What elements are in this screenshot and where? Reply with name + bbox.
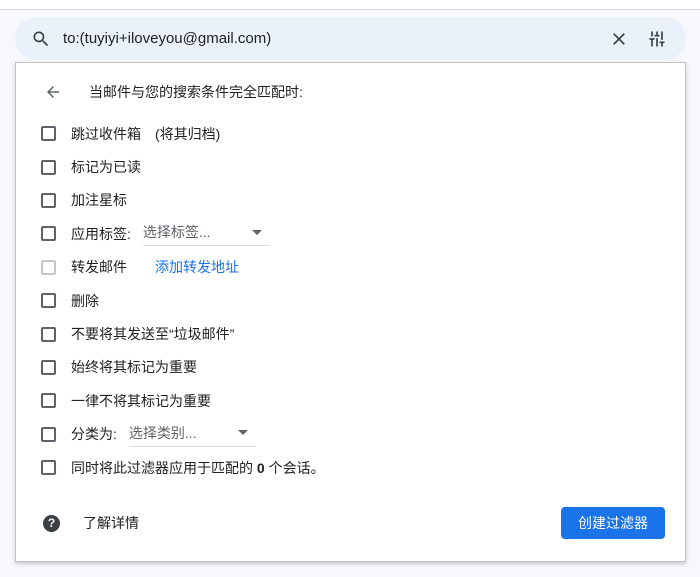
checkbox-never-important[interactable] [41, 393, 56, 408]
checkbox-apply-existing[interactable] [41, 460, 56, 475]
option-label: 应用标签: [71, 224, 131, 244]
panel-title: 当邮件与您的搜索条件完全匹配时: [89, 82, 303, 102]
option-row-mark-read: 标记为已读 [16, 150, 685, 183]
browser-top-strip [0, 0, 700, 10]
filter-options-panel: 当邮件与您的搜索条件完全匹配时: 跳过收件箱 (将其归档) 标记为已读 加注星标… [15, 62, 686, 562]
matching-count: 0 [257, 460, 265, 476]
close-icon[interactable] [608, 28, 630, 50]
dropdown-value: 选择类别... [129, 423, 197, 443]
panel-footer: ? 了解详情 创建过滤器 [16, 507, 685, 539]
create-filter-button[interactable]: 创建过滤器 [561, 507, 665, 539]
option-row-apply-label: 应用标签: 选择标签... [16, 217, 685, 250]
option-row-delete: 删除 [16, 284, 685, 317]
option-label: 加注星标 [71, 190, 127, 210]
dropdown-value: 选择标签... [143, 222, 211, 242]
arrow-back-icon[interactable] [43, 82, 63, 102]
option-label: 不要将其发送至“垃圾邮件” [71, 324, 234, 344]
option-row-categorize: 分类为: 选择类别... [16, 418, 685, 451]
panel-header: 当邮件与您的搜索条件完全匹配时: [16, 63, 685, 102]
option-label: 始终将其标记为重要 [71, 357, 197, 377]
chevron-down-icon [252, 230, 262, 235]
category-select-dropdown[interactable]: 选择类别... [129, 422, 256, 447]
gmail-search-bar[interactable]: to:(tuyiyi+iloveyou@gmail.com) [15, 17, 686, 60]
search-options-tune-icon[interactable] [646, 28, 668, 50]
checkbox-star[interactable] [41, 193, 56, 208]
checkbox-forward [41, 260, 56, 275]
option-row-apply-existing: 同时将此过滤器应用于匹配的 0 个会话。 [16, 451, 685, 484]
option-label: 转发邮件 [71, 257, 127, 277]
label-select-dropdown[interactable]: 选择标签... [143, 221, 270, 246]
option-row-forward: 转发邮件 添加转发地址 [16, 251, 685, 284]
add-forwarding-address-link[interactable]: 添加转发地址 [155, 257, 239, 277]
checkbox-categorize[interactable] [41, 427, 56, 442]
option-row-no-spam: 不要将其发送至“垃圾邮件” [16, 317, 685, 350]
search-icon [31, 29, 51, 49]
checkbox-apply-label[interactable] [41, 226, 56, 241]
option-row-always-important: 始终将其标记为重要 [16, 351, 685, 384]
option-label: 标记为已读 [71, 157, 141, 177]
option-label: 同时将此过滤器应用于匹配的 0 个会话。 [71, 458, 325, 478]
checkbox-mark-read[interactable] [41, 160, 56, 175]
checkbox-delete[interactable] [41, 293, 56, 308]
option-row-skip-inbox: 跳过收件箱 (将其归档) [16, 117, 685, 150]
option-row-never-important: 一律不将其标记为重要 [16, 384, 685, 417]
checkbox-always-important[interactable] [41, 360, 56, 375]
checkbox-no-spam[interactable] [41, 327, 56, 342]
chevron-down-icon [238, 430, 248, 435]
option-row-star: 加注星标 [16, 184, 685, 217]
option-label: 分类为: [71, 424, 117, 444]
filter-options-list: 跳过收件箱 (将其归档) 标记为已读 加注星标 应用标签: 选择标签... 转发… [16, 117, 685, 484]
learn-more-link[interactable]: 了解详情 [83, 513, 139, 533]
apply-existing-prefix: 同时将此过滤器应用于匹配的 [71, 460, 257, 476]
search-input[interactable]: to:(tuyiyi+iloveyou@gmail.com) [63, 30, 608, 47]
option-label: 一律不将其标记为重要 [71, 391, 211, 411]
apply-existing-suffix: 个会话。 [265, 460, 325, 476]
option-label: 跳过收件箱 (将其归档) [71, 124, 220, 144]
option-label: 删除 [71, 291, 99, 311]
help-icon[interactable]: ? [43, 515, 60, 532]
checkbox-skip-inbox[interactable] [41, 126, 56, 141]
